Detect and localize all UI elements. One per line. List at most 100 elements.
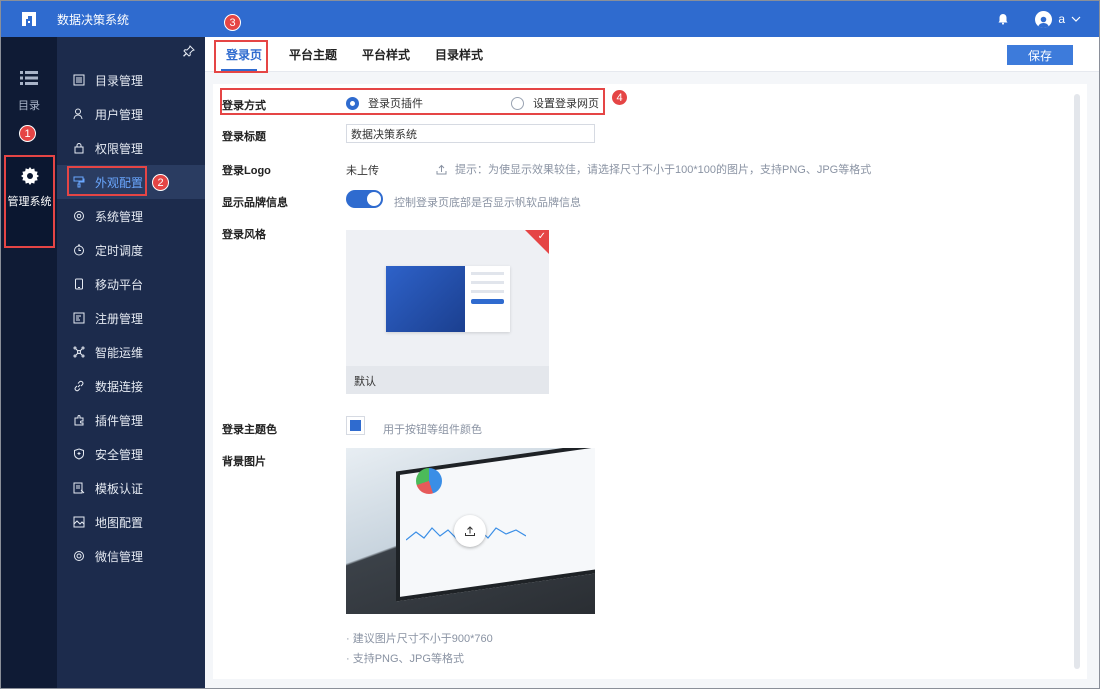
preview-form	[465, 266, 510, 332]
menu-item-label: 数据连接	[95, 379, 144, 394]
radio-label: 登录页插件	[368, 98, 423, 110]
app-title: 数据决策系统	[57, 12, 130, 27]
logo-status: 未上传	[346, 165, 379, 177]
tab-platform-style[interactable]: 平台样式	[362, 37, 410, 72]
top-bar: 数据决策系统 a	[1, 1, 1099, 37]
upload-icon	[465, 526, 475, 536]
menu-item-label: 安全管理	[95, 447, 144, 462]
menu-item-ops[interactable]: 智能运维	[57, 335, 205, 369]
mobile-icon	[75, 278, 83, 290]
login-style-name: 默认	[346, 366, 549, 394]
timer-icon	[74, 244, 84, 256]
step-badge-4: 4	[611, 89, 628, 106]
user-name: a	[1058, 12, 1065, 26]
wechat-icon	[74, 551, 84, 561]
lock-icon	[74, 143, 84, 154]
list-icon	[20, 71, 38, 85]
menu-item-permissions[interactable]: 权限管理	[57, 131, 205, 165]
theme-color-desc: 用于按钮等组件颜色	[383, 424, 482, 436]
background-image-preview[interactable]	[346, 448, 595, 614]
user-menu[interactable]: a	[1035, 10, 1081, 28]
brand-info-desc: 控制登录页底部是否显示帆软品牌信息	[394, 197, 581, 209]
menu-item-label: 插件管理	[95, 413, 144, 428]
highlight-box-appearance	[67, 166, 147, 196]
menu-item-wechat[interactable]: 微信管理	[57, 539, 205, 573]
background-note-format: · 支持PNG、JPG等格式	[346, 653, 464, 665]
logo-upload[interactable]: 提示：为使显示效果较佳，请选择尺寸不小于100*100的图片，支持PNG、JPG…	[436, 161, 871, 177]
radio-unselected-indicator	[511, 96, 524, 110]
radio-label: 设置登录网页	[533, 98, 599, 110]
login-title-input[interactable]	[346, 124, 595, 143]
upload-icon	[436, 164, 447, 174]
menu-item-system[interactable]: 系统管理	[57, 199, 205, 233]
menu-item-label: 模板认证	[95, 481, 144, 496]
check-icon: ✓	[537, 231, 546, 242]
rail-catalog-label: 目录	[18, 100, 40, 112]
save-button[interactable]: 保存	[1007, 45, 1073, 65]
login-settings-panel: 登录方式 登录页插件 设置登录网页 登录标题 登录Logo 未上传 提示：为使显…	[213, 84, 1087, 679]
brand-info-label: 显示品牌信息	[222, 197, 288, 209]
login-method-label: 登录方式	[222, 100, 266, 112]
menu-item-template[interactable]: 模板认证	[57, 471, 205, 505]
pie-chart-image	[416, 468, 442, 494]
menu-item-label: 移动平台	[95, 277, 144, 292]
theme-color-label: 登录主题色	[222, 424, 277, 436]
menu-item-dataconn[interactable]: 数据连接	[57, 369, 205, 403]
menu-item-scheduler[interactable]: 定时调度	[57, 233, 205, 267]
scrollbar[interactable]	[1074, 94, 1080, 669]
theme-color-picker[interactable]	[346, 416, 365, 435]
step-badge-2: 2	[152, 174, 169, 191]
login-title-label: 登录标题	[222, 131, 266, 143]
login-logo-label: 登录Logo	[222, 165, 271, 177]
menu-item-label: 定时调度	[95, 243, 144, 258]
bell-icon[interactable]	[997, 13, 1009, 25]
avatar-icon	[1035, 10, 1053, 28]
menu-item-mobile[interactable]: 移动平台	[57, 267, 205, 301]
menu-item-plugins[interactable]: 插件管理	[57, 403, 205, 437]
register-icon	[73, 312, 85, 324]
radio-selected-indicator	[346, 96, 359, 110]
app-logo[interactable]	[1, 1, 57, 37]
top-right-tools: a	[997, 1, 1081, 37]
tab-platform-theme[interactable]: 平台主题	[289, 37, 337, 72]
background-label: 背景图片	[222, 456, 266, 468]
menu-item-label: 权限管理	[95, 141, 144, 156]
menu-item-security[interactable]: 安全管理	[57, 437, 205, 471]
radio-login-plugin[interactable]: 登录页插件	[346, 95, 423, 111]
chevron-down-icon	[1071, 14, 1081, 24]
radio-custom-login-page[interactable]: 设置登录网页	[511, 95, 599, 111]
gear-icon	[20, 167, 39, 185]
menu-item-label: 目录管理	[95, 73, 144, 88]
toggle-knob	[367, 192, 381, 206]
login-style-card-default[interactable]: ✓ 默认	[346, 230, 549, 394]
background-upload-button[interactable]	[454, 515, 486, 547]
rail-admin-label: 管理系统	[7, 196, 52, 208]
menu-item-catalog[interactable]: 目录管理	[57, 63, 205, 97]
list-icon	[73, 74, 85, 86]
step-badge-3: 3	[224, 14, 241, 31]
user-icon	[73, 108, 83, 120]
link-icon	[74, 380, 84, 392]
tab-active-indicator	[221, 69, 257, 71]
network-icon	[73, 346, 85, 358]
tab-bar: 登录页 平台主题 平台样式 目录样式 保存	[205, 37, 1099, 73]
menu-item-label: 地图配置	[95, 515, 144, 530]
logo-icon	[22, 12, 36, 26]
gear-icon	[74, 211, 84, 221]
logo-upload-tip: 提示：为使显示效果较佳，请选择尺寸不小于100*100的图片，支持PNG、JPG…	[455, 164, 872, 176]
color-swatch-fill	[350, 420, 361, 431]
brand-info-toggle[interactable]	[346, 190, 383, 208]
rail-item-catalog[interactable]: 目录	[1, 71, 57, 113]
pin-icon[interactable]	[183, 45, 195, 57]
menu-item-label: 系统管理	[95, 209, 144, 224]
rail-item-admin[interactable]: 管理系统	[4, 155, 55, 248]
tab-catalog-style[interactable]: 目录样式	[435, 37, 483, 72]
plugin-icon	[74, 415, 84, 426]
menu-item-register[interactable]: 注册管理	[57, 301, 205, 335]
menu-item-users[interactable]: 用户管理	[57, 97, 205, 131]
shield-icon	[74, 448, 84, 460]
login-style-label: 登录风格	[222, 229, 266, 241]
login-style-preview	[386, 266, 510, 332]
preview-banner	[386, 266, 465, 332]
menu-item-map[interactable]: 地图配置	[57, 505, 205, 539]
